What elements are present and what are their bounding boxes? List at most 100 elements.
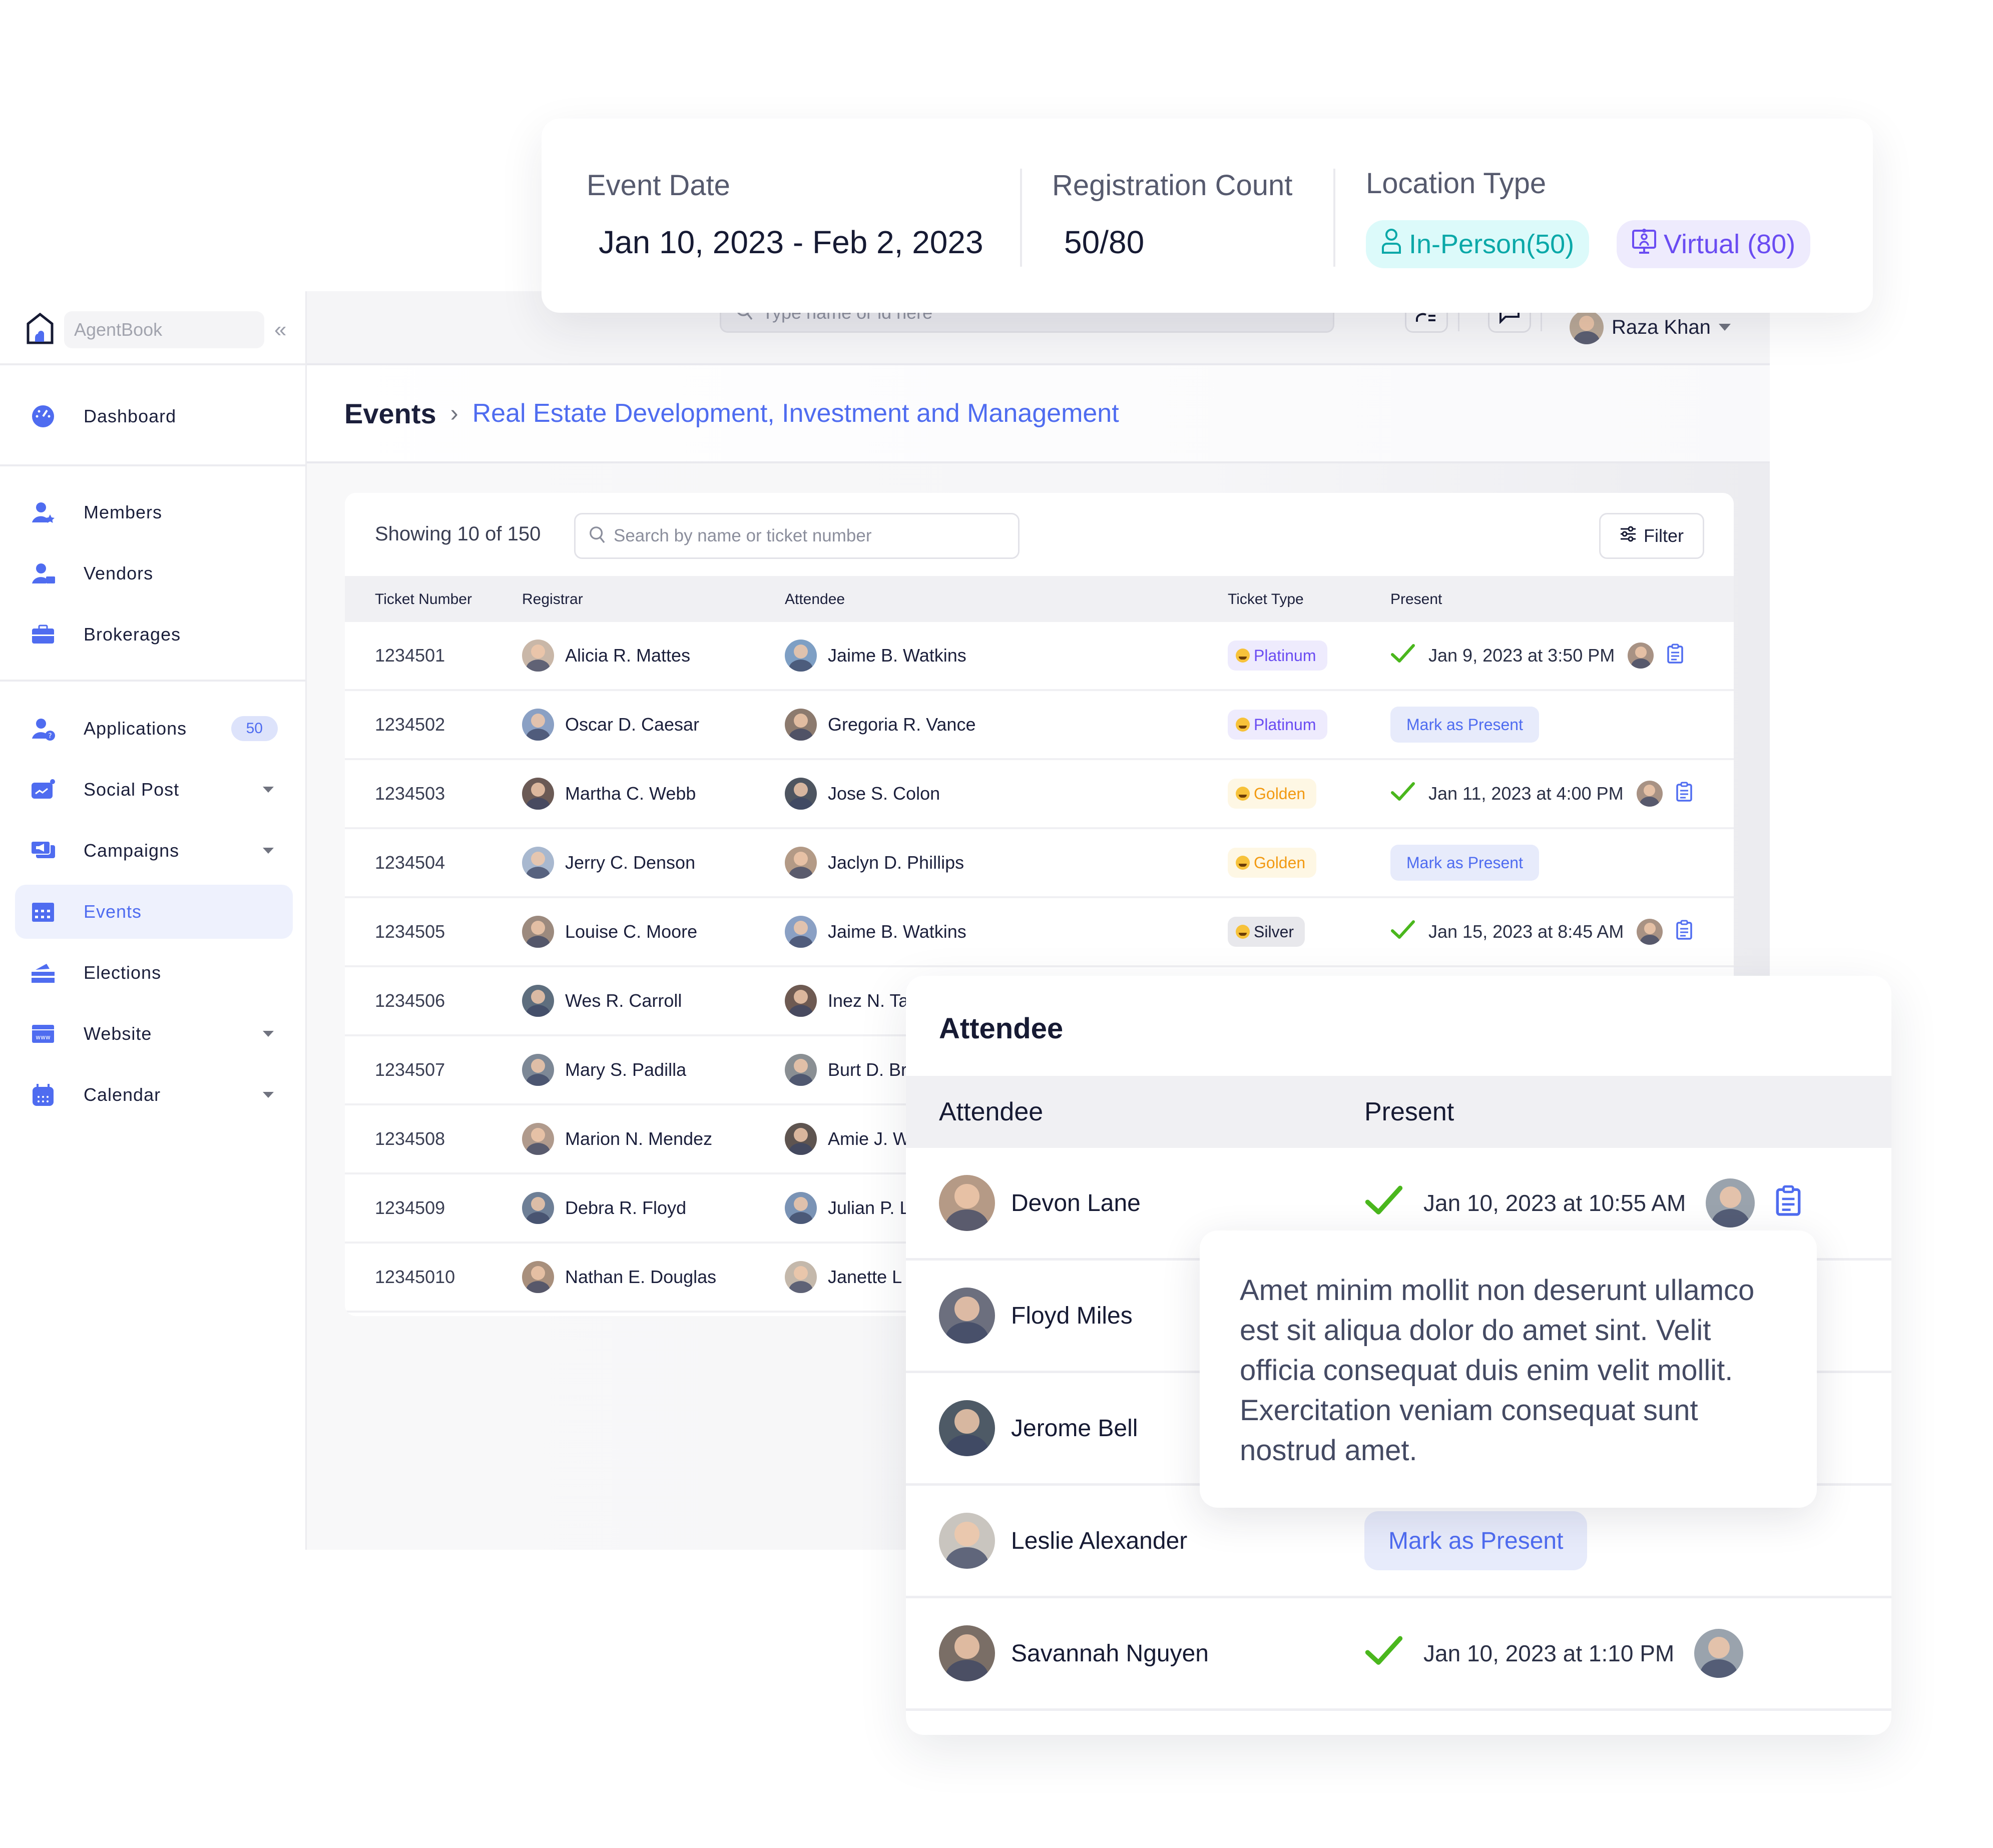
attendee-popup-title: Attendee bbox=[939, 1012, 1064, 1045]
column-header-attendee[interactable]: Attendee bbox=[939, 1097, 1043, 1127]
registrar-cell[interactable]: Wes R. Carroll bbox=[522, 967, 682, 1034]
table-row[interactable]: 1234505 Louise C. Moore Jaime B. Watkins Si… bbox=[345, 898, 1734, 967]
brand-name-field[interactable]: AgentBook bbox=[64, 311, 264, 348]
attendee-name: Amie J. W bbox=[828, 1128, 910, 1149]
showing-count: Showing 10 of 150 bbox=[375, 523, 541, 545]
attendee-cell[interactable]: Jaime B. Watkins bbox=[785, 622, 966, 689]
sidebar-item-website[interactable]: www Website bbox=[15, 1007, 293, 1061]
clipboard-note-icon[interactable] bbox=[1676, 782, 1693, 806]
attendee-avatar bbox=[785, 1054, 817, 1086]
mark-as-present-button[interactable]: Mark as Present bbox=[1364, 1511, 1588, 1570]
attendee-cell[interactable]: Devon Lane bbox=[939, 1148, 1141, 1258]
column-header-present[interactable]: Present bbox=[1390, 591, 1442, 608]
attendee-cell[interactable]: Floyd Miles bbox=[939, 1261, 1133, 1371]
column-header-ticket-type[interactable]: Ticket Type bbox=[1228, 591, 1304, 608]
attendee-popup-header: Attendee Present bbox=[906, 1076, 1891, 1148]
attendee-cell[interactable]: Janette L bbox=[785, 1244, 902, 1311]
search-placeholder: Search by name or ticket number bbox=[614, 526, 872, 545]
sidebar-item-calendar[interactable]: Calendar bbox=[15, 1068, 293, 1122]
event-date-value: Jan 10, 2023 - Feb 2, 2023 bbox=[599, 224, 983, 260]
sidebar-item-campaigns[interactable]: Campaigns bbox=[15, 824, 293, 878]
ticket-type-label: Platinum bbox=[1254, 715, 1316, 734]
table-search-input[interactable]: Search by name or ticket number bbox=[574, 513, 1020, 559]
clipboard-note-icon[interactable] bbox=[1775, 1185, 1802, 1221]
breadcrumb-current[interactable]: Real Estate Development, Investment and … bbox=[472, 398, 1119, 428]
filter-button[interactable]: Filter bbox=[1599, 513, 1704, 559]
registrar-cell[interactable]: Debra R. Floyd bbox=[522, 1174, 686, 1242]
ticket-type-badge: Silver bbox=[1228, 917, 1305, 947]
check-icon bbox=[1390, 920, 1415, 944]
virtual-chip[interactable]: Virtual (80) bbox=[1617, 220, 1811, 268]
registrar-cell[interactable]: Jerry C. Denson bbox=[522, 829, 695, 896]
ticket-number: 1234509 bbox=[375, 1197, 445, 1218]
location-type-label: Location Type bbox=[1366, 167, 1547, 200]
checked-in-by-avatar bbox=[1706, 1178, 1755, 1227]
attendee-name: Savannah Nguyen bbox=[1011, 1640, 1209, 1667]
sidebar-item-brokerages[interactable]: Brokerages bbox=[15, 607, 293, 662]
chevron-down-icon[interactable] bbox=[263, 787, 274, 793]
table-row[interactable]: 1234503 Martha C. Webb Jose S. Colon Golden… bbox=[345, 760, 1734, 829]
attendee-cell[interactable]: Jaime B. Watkins bbox=[785, 898, 966, 965]
sidebar-item-events[interactable]: Events bbox=[15, 885, 293, 939]
registrar-cell[interactable]: Mary S. Padilla bbox=[522, 1036, 686, 1103]
attendee-cell[interactable]: Inez N. Ta bbox=[785, 967, 908, 1034]
attendee-cell[interactable]: Jose S. Colon bbox=[785, 760, 940, 827]
attendee-avatar bbox=[939, 1513, 995, 1569]
attendee-cell[interactable]: Leslie Alexander bbox=[939, 1486, 1187, 1596]
chevron-down-icon[interactable] bbox=[263, 1092, 274, 1098]
attendee-cell[interactable]: Gregoria R. Vance bbox=[785, 691, 975, 758]
column-header-registrar[interactable]: Registrar bbox=[522, 591, 583, 608]
registrar-cell[interactable]: Louise C. Moore bbox=[522, 898, 697, 965]
attendee-cell[interactable]: Julian P. L bbox=[785, 1174, 909, 1242]
table-row[interactable]: 1234504 Jerry C. Denson Jaclyn D. Phillips… bbox=[345, 829, 1734, 898]
check-icon bbox=[1390, 644, 1415, 668]
registrar-cell[interactable]: Alicia R. Mattes bbox=[522, 622, 690, 689]
sidebar-item-social-post[interactable]: Social Post bbox=[15, 763, 293, 817]
mark-as-present-button[interactable]: Mark as Present bbox=[1390, 845, 1539, 881]
present-timestamp: Jan 9, 2023 at 3:50 PM bbox=[1428, 645, 1615, 666]
table-row[interactable]: 1234502 Oscar D. Caesar Gregoria R. Vance P… bbox=[345, 691, 1734, 760]
present-timestamp: Jan 11, 2023 at 4:00 PM bbox=[1428, 783, 1624, 804]
breadcrumb-root-link[interactable]: Events bbox=[344, 397, 436, 430]
sliders-icon bbox=[1620, 525, 1637, 546]
registrar-cell[interactable]: Oscar D. Caesar bbox=[522, 691, 699, 758]
attendee-name: Inez N. Ta bbox=[828, 990, 909, 1011]
virtual-presenter-icon bbox=[1632, 228, 1657, 261]
registrar-cell[interactable]: Martha C. Webb bbox=[522, 760, 696, 827]
attendee-row[interactable]: Savannah Nguyen Jan 10, 2023 at 1:10 PM bbox=[906, 1598, 1891, 1711]
attendee-cell[interactable]: Jerome Bell bbox=[939, 1373, 1138, 1483]
ticket-number: 1234507 bbox=[375, 1059, 445, 1080]
clipboard-note-icon[interactable] bbox=[1667, 644, 1684, 668]
attendee-avatar bbox=[785, 778, 817, 810]
sidebar-item-elections[interactable]: Elections bbox=[15, 946, 293, 1000]
registrar-cell[interactable]: Marion N. Mendez bbox=[522, 1105, 712, 1172]
sidebar-item-vendors[interactable]: Vendors bbox=[15, 546, 293, 600]
chevron-down-icon[interactable] bbox=[263, 848, 274, 854]
sidebar-item-members[interactable]: Members bbox=[15, 485, 293, 539]
column-header-present[interactable]: Present bbox=[1364, 1097, 1454, 1127]
sidebar-item-label: Vendors bbox=[84, 563, 154, 583]
user-menu[interactable]: Raza Khan bbox=[1570, 310, 1731, 344]
ballot-box-icon bbox=[30, 960, 56, 986]
column-header-attendee[interactable]: Attendee bbox=[785, 591, 845, 608]
attendee-cell[interactable]: Jaclyn D. Phillips bbox=[785, 829, 964, 896]
table-row[interactable]: 1234501 Alicia R. Mattes Jaime B. Watkins P… bbox=[345, 622, 1734, 691]
ticket-number: 1234506 bbox=[375, 990, 445, 1011]
mark-as-present-button[interactable]: Mark as Present bbox=[1390, 707, 1539, 743]
note-text: Amet minim mollit non deserunt ullamco e… bbox=[1240, 1274, 1755, 1467]
chevron-down-icon[interactable] bbox=[263, 1031, 274, 1037]
column-header-ticket-number[interactable]: Ticket Number bbox=[375, 591, 472, 608]
attendee-name: Janette L bbox=[828, 1267, 902, 1287]
filter-label: Filter bbox=[1644, 525, 1684, 546]
sidebar-item-dashboard[interactable]: Dashboard bbox=[15, 389, 293, 443]
in-person-chip[interactable]: In-Person(50) bbox=[1366, 220, 1590, 268]
attendee-cell[interactable]: Burt D. Br bbox=[785, 1036, 907, 1103]
clipboard-note-icon[interactable] bbox=[1676, 920, 1693, 944]
attendee-cell[interactable]: Amie J. W bbox=[785, 1105, 910, 1172]
attendee-cell[interactable]: Savannah Nguyen bbox=[939, 1598, 1209, 1708]
registrar-cell[interactable]: Nathan E. Douglas bbox=[522, 1244, 716, 1311]
sidebar-item-applications[interactable]: ? Applications 50 bbox=[15, 702, 293, 756]
briefcase-icon bbox=[30, 622, 56, 648]
present-cell: Mark as Present bbox=[1390, 829, 1539, 896]
double-chevron-left-icon[interactable]: « bbox=[274, 317, 286, 342]
